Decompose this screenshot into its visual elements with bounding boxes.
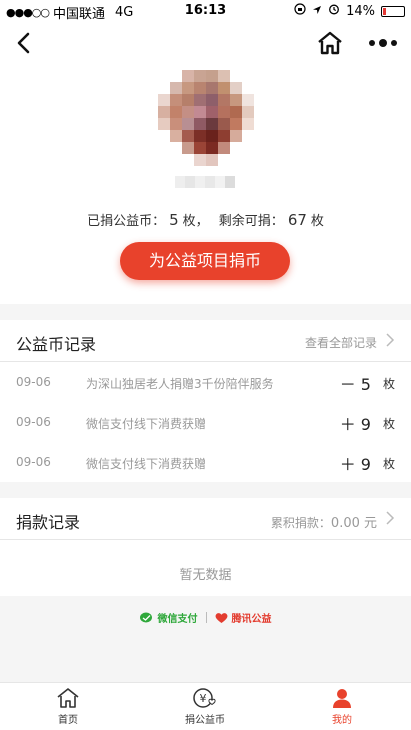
- list-item: 09-06 微信支付线下消费获赠 ＋ 9 枚: [0, 442, 411, 482]
- total-donation-label: 累积捐款：: [270, 516, 331, 530]
- remaining-value: 67: [287, 211, 307, 229]
- coin-stats: 已捐公益币： 5 枚， 剩余可捐： 67 枚: [0, 210, 411, 229]
- donated-label: 已捐公益币：: [87, 214, 166, 229]
- tab-donate-coins-label: 捐公益币: [185, 715, 225, 726]
- battery-percent: 14%: [346, 3, 375, 19]
- coin-heart-icon: ¥: [193, 688, 216, 708]
- donated-value: 5: [169, 211, 179, 229]
- home-icon: [318, 31, 342, 55]
- wechat-pay-icon: [139, 612, 152, 622]
- lock-rotation-icon: [294, 3, 306, 19]
- record-date: 09-06: [16, 415, 51, 429]
- back-button[interactable]: [10, 28, 40, 58]
- svg-text:¥: ¥: [200, 692, 207, 705]
- donated-unit: 枚，: [182, 214, 209, 229]
- remaining-unit: 枚: [310, 214, 324, 229]
- home-icon: [57, 688, 79, 708]
- donation-records-title: 捐款记录: [16, 513, 81, 532]
- total-donation: 累积捐款：0.00 元: [271, 512, 377, 531]
- tab-mine[interactable]: 我的: [302, 687, 382, 726]
- tab-home-label: 首页: [58, 715, 78, 726]
- status-bar: ●●●○○ 中国联通 4G 16:13 14%: [0, 0, 411, 22]
- view-all-records-link[interactable]: 查看全部记录: [305, 334, 377, 351]
- record-description: 微信支付线下消费获赠: [86, 417, 207, 431]
- record-unit: 枚: [382, 417, 395, 431]
- chevron-right-icon[interactable]: [385, 511, 395, 525]
- tab-bar: 首页 ¥ 捐公益币 我的: [0, 682, 411, 730]
- record-unit: 枚: [382, 377, 395, 391]
- profile-panel: 已捐公益币： 5 枚， 剩余可捐： 67 枚 为公益项目捐币: [0, 64, 411, 304]
- divider: [205, 612, 207, 623]
- empty-state-text: 暂无数据: [179, 568, 232, 583]
- navigation-bar: [0, 22, 411, 64]
- donate-coins-button[interactable]: 为公益项目捐币: [120, 242, 290, 280]
- record-amount: ＋ 9: [339, 415, 371, 434]
- list-item: 09-06 微信支付线下消费获赠 ＋ 9 枚: [0, 402, 411, 442]
- chevron-left-icon: [17, 32, 30, 54]
- wechat-pay-label: 微信支付: [157, 614, 198, 625]
- coin-records-section: 公益币记录 查看全部记录 09-06 为深山独居老人捐赠3千份陪伴服务 － 5 …: [0, 320, 411, 482]
- tencent-charity-label: 腾讯公益: [231, 614, 272, 625]
- record-unit: 枚: [382, 457, 395, 471]
- record-date: 09-06: [16, 455, 51, 469]
- record-amount: ＋ 9: [339, 455, 371, 474]
- more-button[interactable]: [366, 30, 400, 56]
- chevron-right-icon[interactable]: [385, 333, 395, 347]
- tab-home[interactable]: 首页: [28, 687, 108, 726]
- tab-donate-coins[interactable]: ¥ 捐公益币: [165, 687, 245, 726]
- coin-records-title: 公益币记录: [16, 335, 97, 354]
- record-amount: － 5: [339, 375, 371, 394]
- alarm-icon: [328, 3, 340, 19]
- user-icon: [333, 689, 351, 708]
- donation-records-header[interactable]: 捐款记录 累积捐款：0.00 元: [0, 498, 411, 540]
- total-donation-value: 0.00 元: [330, 516, 377, 531]
- home-button[interactable]: [316, 30, 344, 56]
- record-description: 为深山独居老人捐赠3千份陪伴服务: [86, 377, 274, 391]
- coin-records-header: 公益币记录 查看全部记录: [0, 320, 411, 362]
- donation-records-section: 捐款记录 累积捐款：0.00 元 暂无数据: [0, 498, 411, 596]
- more-dots-icon: [369, 39, 397, 47]
- battery-icon: [381, 5, 405, 17]
- location-icon: [312, 4, 322, 19]
- footer-brand: 微信支付 腾讯公益: [0, 610, 411, 625]
- record-description: 微信支付线下消费获赠: [86, 457, 207, 471]
- record-date: 09-06: [16, 375, 51, 389]
- heart-icon: [215, 612, 227, 623]
- avatar[interactable]: [158, 70, 254, 166]
- tab-mine-label: 我的: [332, 715, 352, 726]
- nickname-blurred: [175, 174, 237, 190]
- remaining-label: 剩余可捐：: [218, 214, 284, 229]
- list-item: 09-06 为深山独居老人捐赠3千份陪伴服务 － 5 枚: [0, 362, 411, 402]
